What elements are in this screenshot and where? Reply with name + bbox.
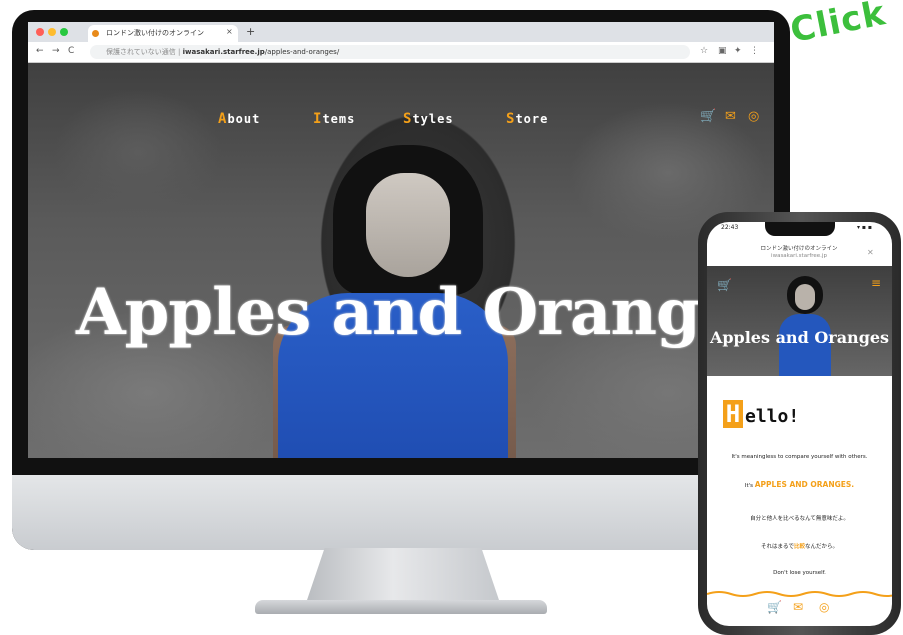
- url-field[interactable]: 保護されていない通信 | iwasakari.starfree.jp/apple…: [90, 45, 690, 59]
- phone-model-face: [795, 284, 815, 310]
- nav-items[interactable]: Items: [313, 111, 355, 127]
- security-warning: 保護されていない通信: [106, 48, 176, 56]
- status-signal: ▾ ▪ ▪: [857, 224, 872, 231]
- monitor-foot: [255, 600, 547, 614]
- nav-about[interactable]: About: [218, 111, 260, 127]
- phone-hero-title: Apples and Oranges: [709, 328, 890, 347]
- reload-button[interactable]: C: [68, 46, 74, 56]
- phone-page-title: ロンドン激い付けのオンライン: [760, 246, 838, 252]
- hero-section: About Items Styles Store 🛒 ✉ ◎ Apples an…: [28, 63, 774, 458]
- nav-store[interactable]: Store: [506, 111, 548, 127]
- bottom-instagram-icon[interactable]: ◎: [819, 600, 829, 614]
- phone-cart-icon[interactable]: 🛒: [717, 278, 732, 292]
- hello-heading: Hello!: [723, 400, 799, 428]
- phone-page-url: iwasakari.starfree.jp: [771, 253, 827, 259]
- phone-text-line: それはまるで比較なんだから。: [760, 544, 839, 550]
- back-button[interactable]: ←: [36, 46, 44, 56]
- phone-notch: [765, 222, 835, 236]
- minimize-window-icon[interactable]: [48, 28, 56, 36]
- browser-tab[interactable]: ロンドン激い付けのオンライン: [88, 25, 238, 42]
- bookmark-star-icon[interactable]: ☆: [700, 46, 708, 56]
- tab-favicon-icon: [92, 30, 99, 37]
- phone-screen: 22:43 ▾ ▪ ▪ ロンドン激い付けのオンライン iwasakari.sta…: [707, 222, 892, 626]
- status-time: 22:43: [721, 224, 739, 231]
- phone-text-line: It's meaningless to compare yourself wit…: [731, 454, 868, 460]
- maximize-window-icon[interactable]: [60, 28, 68, 36]
- cart-icon[interactable]: 🛒: [700, 109, 716, 124]
- url-path: /apples-and-oranges/: [264, 48, 340, 56]
- phone-text-line: 自分と他人を比べるなんて無意味だよ。: [750, 516, 849, 522]
- close-window-icon[interactable]: [36, 28, 44, 36]
- new-tab-button[interactable]: +: [246, 25, 255, 38]
- address-bar-row: ← → C 保護されていない通信 | iwasakari.starfree.jp…: [28, 42, 774, 63]
- bottom-mail-icon[interactable]: ✉: [793, 600, 803, 614]
- extension-icon[interactable]: ▣: [718, 46, 727, 56]
- tab-close-icon[interactable]: ×: [226, 27, 233, 36]
- puzzle-icon[interactable]: ✦: [734, 46, 742, 56]
- menu-icon[interactable]: ⋮: [750, 46, 759, 56]
- hamburger-menu-icon[interactable]: ≡: [871, 276, 881, 290]
- wave-divider: [707, 591, 892, 597]
- url-domain: iwasakari.starfree.jp: [182, 48, 265, 56]
- monitor-stand: [305, 548, 501, 606]
- bottom-cart-icon[interactable]: 🛒: [767, 600, 782, 614]
- browser-tab-bar: ロンドン激い付けのオンライン × +: [28, 22, 774, 42]
- mail-icon[interactable]: ✉: [725, 109, 736, 124]
- model-face: [366, 173, 450, 277]
- phone-text-line: Don't lose yourself.: [773, 570, 826, 576]
- nav-styles[interactable]: Styles: [403, 111, 454, 127]
- phone-url-bar[interactable]: ロンドン激い付けのオンライン iwasakari.starfree.jp: [729, 246, 869, 260]
- forward-button[interactable]: →: [52, 46, 60, 56]
- tab-title: ロンドン激い付けのオンライン: [106, 29, 204, 37]
- phone-text-line-apples: It's APPLES AND ORANGES.: [744, 480, 855, 489]
- phone-close-icon[interactable]: ✕: [867, 248, 874, 257]
- click-badge: Click: [787, 0, 889, 51]
- hero-title: Apples and Oranges: [76, 275, 774, 350]
- instagram-icon[interactable]: ◎: [748, 109, 759, 124]
- desktop-screen: ロンドン激い付けのオンライン × + ← → C 保護されていない通信 | iw…: [28, 22, 774, 458]
- monitor-chin: [12, 475, 790, 550]
